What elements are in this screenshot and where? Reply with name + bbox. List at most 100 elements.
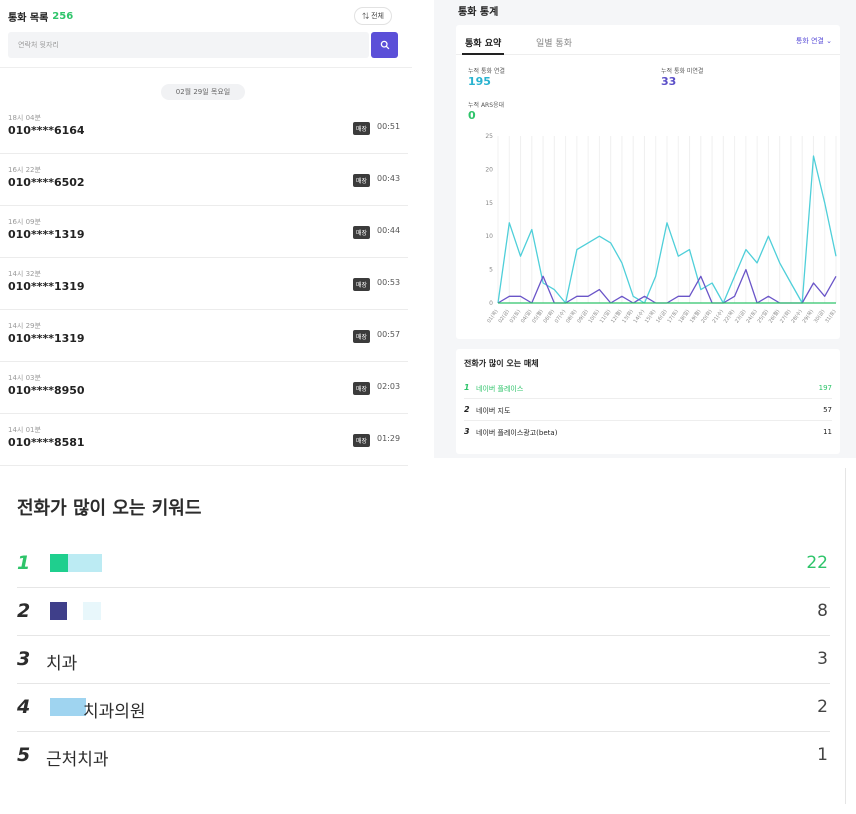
- call-time: 14시 29분: [8, 322, 41, 330]
- search-icon: [380, 40, 389, 50]
- call-source-badge: 매장: [353, 278, 371, 291]
- call-number: 010****6164: [8, 124, 85, 137]
- keyword-rank: 4: [17, 696, 31, 718]
- active-tab-underline: [462, 53, 504, 55]
- call-time: 14시 03분: [8, 374, 41, 382]
- call-list-item[interactable]: 18시 04분 010****6164 매장 00:51: [0, 102, 408, 154]
- call-list-header: 통화 목록 256 ⇅ 전체: [0, 0, 412, 32]
- keyword-count: 3: [817, 649, 828, 669]
- keyword-count: 8: [817, 601, 828, 621]
- y-tick-label: 5: [489, 267, 493, 274]
- call-duration: 00:57: [377, 330, 401, 339]
- call-duration: 01:29: [377, 434, 401, 443]
- top-keywords-title: 전화가 많이 오는 키워드: [17, 498, 202, 519]
- metric-ars-label: 누적 ARS응대: [468, 102, 505, 109]
- keyword-rank: 2: [17, 600, 31, 622]
- redacted-keyword-block: [50, 698, 86, 716]
- keyword-item: 28: [17, 588, 830, 636]
- call-time: 16시 09분: [8, 218, 41, 226]
- daily-calls-line-chart: 252015105001(목)02(금)03(토)04(일)05(월)06(화)…: [485, 133, 837, 325]
- call-count-badge: 256: [52, 10, 74, 22]
- media-item: 1 네이버 플레이스 197: [464, 377, 832, 399]
- keyword-rank: 1: [17, 552, 31, 574]
- keyword-item: 5 근처치과 1: [17, 732, 830, 780]
- media-rank: 1: [464, 383, 470, 392]
- call-time: 18시 04분: [8, 114, 41, 122]
- call-source-badge: 매장: [353, 382, 371, 395]
- media-name: 네이버 플레이스: [476, 385, 524, 393]
- call-time: 14시 32분: [8, 270, 41, 278]
- call-list-item[interactable]: 16시 22분 010****6502 매장 00:43: [0, 154, 408, 206]
- call-list-item[interactable]: 16시 09분 010****1319 매장 00:44: [0, 206, 408, 258]
- top-keywords-panel: 전화가 많이 오는 키워드 1 22 2 8 3 치과 3 4 치과의원 2 5 근처치과 1: [0, 468, 846, 804]
- keyword-name: 치과의원: [83, 702, 146, 722]
- keyword-count: 22: [806, 553, 828, 573]
- call-time: 16시 22분: [8, 166, 41, 174]
- redacted-keyword-block: [83, 602, 101, 620]
- media-count: 11: [823, 428, 832, 436]
- call-source-badge: 매장: [353, 330, 371, 343]
- divider: [0, 67, 412, 68]
- call-source-badge: 매장: [353, 434, 371, 447]
- y-tick-label: 10: [485, 233, 493, 240]
- metric-connected-value: 195: [468, 75, 491, 88]
- keyword-name: 치과: [46, 654, 78, 674]
- call-number: 010****8581: [8, 436, 85, 449]
- search-input[interactable]: 연락처 뒷자리: [8, 32, 369, 58]
- media-rank: 2: [464, 405, 470, 414]
- call-source-badge: 매장: [353, 122, 371, 135]
- app-root: 통화 목록 256 ⇅ 전체 연락처 뒷자리 02월 29일 목요일 18시 0…: [0, 0, 856, 814]
- top-media-card: 전화가 많이 오는 매체 1 네이버 플레이스 197 2 네이버 지도 57 3 네이버 플…: [456, 349, 840, 454]
- metric-missed-value: 33: [661, 75, 677, 88]
- keyword-count: 1: [817, 745, 828, 765]
- connection-dropdown[interactable]: 통화 연결 ⌄: [796, 36, 832, 46]
- filter-all-button[interactable]: ⇅ 전체: [354, 7, 392, 25]
- y-tick-label: 0: [489, 300, 493, 307]
- call-list-panel: 통화 목록 256 ⇅ 전체 연락처 뒷자리 02월 29일 목요일 18시 0…: [0, 0, 412, 466]
- media-count: 197: [818, 384, 832, 392]
- call-number: 010****1319: [8, 280, 85, 293]
- search-button[interactable]: [371, 32, 398, 58]
- stats-card: 통화 요약 일별 통화 통화 연결 ⌄ 누적 통화 연결 195 누적 통화 미…: [456, 25, 840, 339]
- x-tick-label: 31(토): [824, 309, 837, 325]
- media-item: 2 네이버 지도 57: [464, 399, 832, 421]
- search-bar: 연락처 뒷자리: [8, 32, 398, 58]
- media-name: 네이버 지도: [476, 407, 511, 415]
- tab-summary[interactable]: 통화 요약: [465, 36, 501, 49]
- call-list-item[interactable]: 14시 29분 010****1319 매장 00:57: [0, 310, 408, 362]
- media-count: 57: [823, 406, 832, 414]
- call-list-item[interactable]: 14시 32분 010****1319 매장 00:53: [0, 258, 408, 310]
- call-list-item[interactable]: 14시 03분 010****8950 매장 02:03: [0, 362, 408, 414]
- chevron-down-icon: ⌄: [826, 37, 832, 45]
- y-tick-label: 15: [485, 200, 493, 207]
- call-number: 010****1319: [8, 332, 85, 345]
- call-duration: 02:03: [377, 382, 401, 391]
- keyword-rank: 5: [17, 744, 31, 766]
- keyword-item: 3 치과 3: [17, 636, 830, 684]
- call-list-title: 통화 목록: [8, 12, 49, 24]
- media-name: 네이버 플레이스광고(beta): [476, 429, 558, 437]
- y-tick-label: 20: [485, 166, 493, 173]
- media-item: 3 네이버 플레이스광고(beta) 11: [464, 421, 832, 443]
- date-header: 02월 29일 목요일: [161, 84, 245, 100]
- redacted-keyword-block: [68, 554, 102, 572]
- stats-title: 통화 통계: [458, 7, 499, 18]
- tab-daily[interactable]: 일별 통화: [536, 36, 572, 49]
- call-duration: 00:53: [377, 278, 401, 287]
- redacted-keyword-block: [50, 602, 67, 620]
- keyword-item: 1 22: [17, 540, 830, 588]
- call-items: 18시 04분 010****6164 매장 00:51 16시 22분 010****6…: [0, 102, 408, 466]
- call-number: 010****8950: [8, 384, 85, 397]
- media-rank: 3: [464, 427, 470, 436]
- keyword-count: 2: [817, 697, 828, 717]
- call-source-badge: 매장: [353, 174, 371, 187]
- stats-tabs: 통화 요약 일별 통화 통화 연결 ⌄: [456, 25, 840, 55]
- metric-missed-label: 누적 통화 미연결: [661, 68, 704, 75]
- call-duration: 00:51: [377, 122, 401, 131]
- metric-connected-label: 누적 통화 연결: [468, 68, 505, 75]
- call-duration: 00:44: [377, 226, 401, 235]
- call-duration: 00:43: [377, 174, 401, 183]
- connection-dropdown-label: 통화 연결: [795, 37, 824, 45]
- call-list-item[interactable]: 14시 01분 010****8581 매장 01:29: [0, 414, 408, 466]
- call-number: 010****6502: [8, 176, 85, 189]
